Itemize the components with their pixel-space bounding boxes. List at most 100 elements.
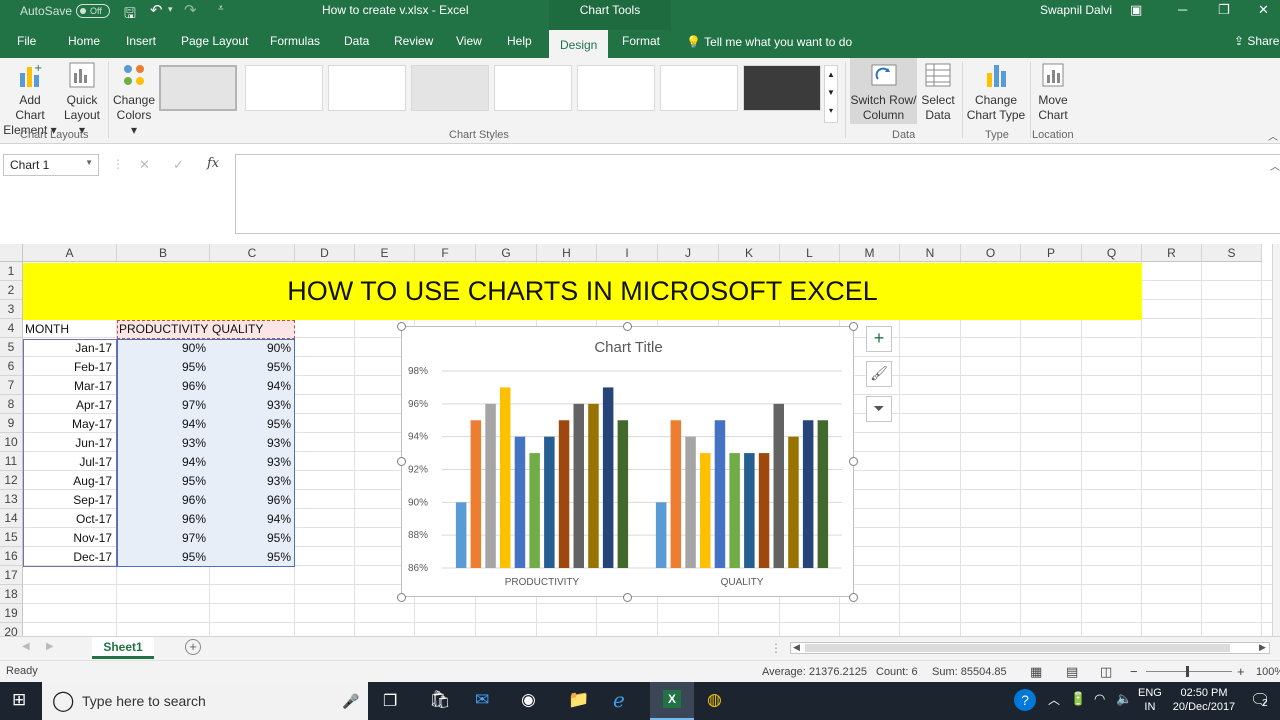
taskbar-excel[interactable]: X — [650, 682, 694, 720]
column-header[interactable]: K — [719, 244, 780, 262]
scroll-right-icon[interactable]: ▶ — [1259, 642, 1266, 653]
column-header[interactable]: R — [1142, 244, 1202, 262]
tab-home[interactable]: Home — [68, 34, 100, 48]
select-all-corner[interactable] — [0, 244, 23, 262]
tab-design[interactable]: Design — [549, 30, 609, 58]
normal-view-icon[interactable]: ▦ — [1030, 664, 1042, 680]
chart-style-1[interactable] — [159, 65, 237, 111]
column-header[interactable]: P — [1021, 244, 1082, 262]
microphone-icon[interactable]: 🎤 — [342, 682, 359, 720]
clock[interactable]: 02:50 PM 20/Dec/2017 — [1172, 686, 1236, 714]
outlook-icon[interactable]: ✉ — [475, 690, 489, 710]
chart-elements-button[interactable]: + — [866, 326, 892, 352]
sheet-tab-sheet1[interactable]: Sheet1 — [92, 637, 154, 659]
resize-handle-r[interactable] — [849, 457, 858, 466]
status-count[interactable]: Count: 6 — [876, 666, 918, 678]
chart-style-3[interactable] — [328, 65, 406, 111]
cell-productivity[interactable]: 96% — [119, 491, 209, 510]
cell-productivity[interactable]: 97% — [119, 529, 209, 548]
row-header[interactable]: 5 — [0, 338, 23, 357]
horizontal-scrollbar[interactable]: ◀ ▶ — [790, 642, 1270, 654]
zoom-in-icon[interactable]: + — [1237, 664, 1245, 679]
tray-expand-icon[interactable]: ︿ — [1048, 691, 1060, 708]
redo-icon[interactable]: ↷ — [184, 1, 197, 19]
tab-file[interactable]: File — [17, 34, 36, 48]
y-tick-label[interactable]: 90% — [408, 497, 428, 508]
scroll-left-icon[interactable]: ◀ — [793, 642, 800, 653]
undo-dropdown-icon[interactable]: ▾ — [168, 4, 173, 15]
row-header[interactable]: 3 — [0, 300, 23, 319]
save-icon[interactable]: 🖫 — [124, 3, 136, 27]
page-break-view-icon[interactable]: ◫ — [1100, 664, 1112, 680]
bar-sep-17-productivity[interactable] — [573, 403, 585, 568]
row-header[interactable]: 14 — [0, 509, 23, 528]
cell-productivity[interactable]: 94% — [119, 453, 209, 472]
column-header[interactable]: L — [780, 244, 840, 262]
name-box[interactable]: Chart 1 ▼ — [3, 154, 99, 176]
move-chart-button[interactable]: Move Chart — [1033, 61, 1073, 123]
restore-icon[interactable]: ❐ — [1218, 2, 1230, 18]
cell-productivity[interactable]: 95% — [119, 472, 209, 491]
x-tick-label[interactable]: QUALITY — [721, 577, 764, 588]
select-data-button[interactable]: Select Data — [919, 61, 957, 123]
bar-jun-17-quality[interactable] — [729, 453, 740, 568]
cell-quality[interactable]: 93% — [212, 396, 294, 415]
tab-data[interactable]: Data — [344, 34, 369, 48]
row-header[interactable]: 7 — [0, 376, 23, 395]
row-header[interactable]: 19 — [0, 604, 23, 623]
tab-view[interactable]: View — [456, 34, 482, 48]
resize-handle-l[interactable] — [397, 457, 406, 466]
switch-row-column-button[interactable]: Switch Row/ Column — [850, 58, 917, 124]
minimize-icon[interactable]: ─ — [1178, 2, 1187, 17]
file-explorer-icon[interactable]: 📁 — [568, 690, 589, 710]
cell-productivity[interactable]: 93% — [119, 434, 209, 453]
column-header[interactable]: F — [415, 244, 476, 262]
undo-icon[interactable]: ↶ — [150, 1, 163, 19]
cell-productivity[interactable]: 95% — [119, 358, 209, 377]
worksheet-grid[interactable]: ABCDEFGHIJKLMNOPQRS 1 2 3 4 5 6 7 8 9 10 11 12 13 14 1… — [0, 244, 1280, 636]
ribbon-display-icon[interactable]: ▣ — [1130, 2, 1142, 18]
autosave-toggle[interactable]: Off — [76, 4, 110, 18]
resize-handle-bl[interactable] — [397, 593, 406, 602]
share-button[interactable]: ⇪ Share — [1234, 34, 1279, 48]
row-header[interactable]: 20 — [0, 623, 23, 636]
row-header[interactable]: 15 — [0, 528, 23, 547]
insert-function-icon[interactable]: fx — [207, 156, 219, 171]
row-header[interactable]: 4 — [0, 319, 23, 338]
bar-nov-17-productivity[interactable] — [602, 387, 614, 568]
bar-may-17-productivity[interactable] — [514, 436, 526, 568]
cell-quality[interactable]: 95% — [212, 415, 294, 434]
task-view-icon[interactable]: ❐ — [383, 691, 397, 711]
page-layout-view-icon[interactable]: ▤ — [1066, 664, 1078, 680]
column-header[interactable]: E — [355, 244, 415, 262]
cell-productivity[interactable]: 90% — [119, 339, 209, 358]
cell-productivity[interactable]: 97% — [119, 396, 209, 415]
bar-aug-17-productivity[interactable] — [558, 420, 570, 568]
bar-jun-17-productivity[interactable] — [529, 453, 540, 568]
windows-start-icon[interactable]: ⊞ — [12, 690, 26, 710]
cell-month[interactable]: Dec-17 — [25, 548, 115, 567]
formula-input[interactable] — [235, 154, 1280, 234]
row-header[interactable]: 16 — [0, 547, 23, 566]
internet-explorer-icon[interactable]: ℯ — [613, 688, 625, 713]
cell-month[interactable]: Feb-17 — [25, 358, 115, 377]
help-icon[interactable]: ? — [1014, 689, 1036, 711]
banner-title[interactable]: HOW TO USE CHARTS IN MICROSOFT EXCEL — [23, 263, 1142, 320]
collapse-ribbon-icon[interactable]: ︿ — [1268, 128, 1278, 143]
taskbar-search[interactable]: ◯ Type here to search 🎤 — [42, 682, 368, 720]
y-tick-label[interactable]: 86% — [408, 563, 428, 574]
y-tick-label[interactable]: 88% — [408, 530, 428, 541]
zoom-level[interactable]: 100% — [1256, 666, 1280, 678]
chart-styles-gallery-scroll[interactable]: ▲ ▼ ▾ — [824, 65, 838, 123]
status-sum[interactable]: Sum: 85504.85 — [932, 666, 1007, 678]
column-header[interactable]: A — [23, 244, 117, 262]
scroll-prev-sheet-icon[interactable]: ◀ — [22, 641, 30, 652]
cell-quality[interactable]: 94% — [212, 377, 294, 396]
change-chart-type-button[interactable]: Change Chart Type — [965, 61, 1027, 123]
bar-apr-17-productivity[interactable] — [500, 387, 511, 568]
bar-dec-17-quality[interactable] — [817, 420, 829, 568]
formula-bar-collapse-icon[interactable]: ︿ — [1270, 158, 1280, 173]
cell-month[interactable]: Mar-17 — [25, 377, 115, 396]
bar-mar-17-quality[interactable] — [685, 436, 696, 568]
row-header[interactable]: 18 — [0, 585, 23, 604]
